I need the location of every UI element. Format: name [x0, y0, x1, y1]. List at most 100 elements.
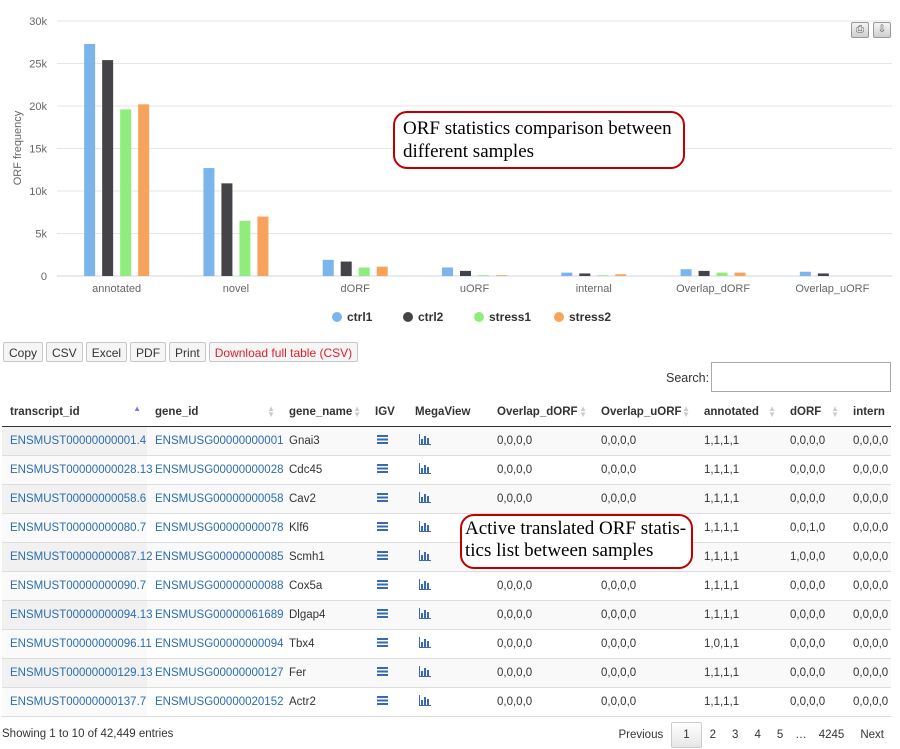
- igv-list-icon[interactable]: [377, 435, 388, 444]
- printer-icon[interactable]: ⎙: [851, 22, 869, 38]
- megaview-bar-chart-icon[interactable]: [419, 608, 431, 619]
- cell-igv[interactable]: [367, 542, 407, 572]
- cell-transcript-id[interactable]: ENSMUST00000000001.4: [2, 426, 147, 456]
- bar-stress2-Overlap_dORF: [734, 272, 746, 276]
- column-header-annotated[interactable]: annotated ▲ ▼: [696, 398, 782, 427]
- pdf-button[interactable]: PDF: [130, 342, 167, 362]
- igv-list-icon[interactable]: [377, 580, 388, 589]
- cell-igv[interactable]: [367, 513, 407, 543]
- page-button-1[interactable]: 1: [671, 722, 702, 748]
- column-header-internal[interactable]: intern: [845, 398, 891, 427]
- cell-gene-id[interactable]: ENSMUSG00000000058: [147, 484, 284, 514]
- cell-internal: 0,0,0,0: [845, 687, 891, 717]
- igv-list-icon[interactable]: [377, 522, 388, 531]
- csv-button[interactable]: CSV: [46, 342, 83, 362]
- cell-transcript-id[interactable]: ENSMUST00000000080.7: [2, 513, 147, 543]
- cell-megaview[interactable]: [407, 629, 489, 659]
- cell-megaview[interactable]: [407, 484, 489, 514]
- cell-transcript-id[interactable]: ENSMUST00000000129.13: [2, 658, 153, 688]
- cell-gene-id[interactable]: ENSMUSG00000000094: [147, 629, 284, 659]
- legend-marker-ctrl2: [403, 312, 413, 322]
- igv-list-icon[interactable]: [377, 696, 388, 705]
- print-button[interactable]: Print: [169, 342, 206, 362]
- previous-page-button[interactable]: Previous: [610, 723, 671, 747]
- megaview-bar-chart-icon[interactable]: [419, 666, 431, 677]
- megaview-bar-chart-icon[interactable]: [419, 695, 431, 706]
- cell-transcript-id[interactable]: ENSMUST00000000090.7: [2, 571, 147, 601]
- column-header-gene-id[interactable]: gene_id ▲ ▼: [147, 398, 281, 427]
- column-header-overlap-uorf[interactable]: Overlap_uORF ▲ ▼: [593, 398, 696, 427]
- page-button-3[interactable]: 3: [724, 723, 746, 747]
- igv-list-icon[interactable]: [377, 667, 388, 676]
- cell-megaview[interactable]: [407, 658, 489, 688]
- last-page-button[interactable]: 4245: [811, 723, 853, 747]
- cell-igv[interactable]: [367, 658, 407, 688]
- table-row: ENSMUST00000000028.13 ENSMUSG00000000028 C…: [2, 455, 891, 485]
- copy-button[interactable]: Copy: [3, 342, 44, 362]
- next-page-button[interactable]: Next: [852, 723, 892, 747]
- cell-igv[interactable]: [367, 629, 407, 659]
- excel-button[interactable]: Excel: [85, 342, 128, 362]
- cell-gene-id[interactable]: ENSMUSG00000000028: [147, 455, 284, 485]
- cell-igv[interactable]: [367, 484, 407, 514]
- megaview-bar-chart-icon[interactable]: [419, 579, 431, 590]
- search-input[interactable]: [711, 362, 891, 392]
- cell-annotated: 1,0,1,1: [696, 629, 782, 659]
- download-full-table-button[interactable]: Download full table (CSV): [208, 342, 359, 362]
- igv-list-icon[interactable]: [377, 551, 388, 560]
- page-button-5[interactable]: 5: [769, 723, 791, 747]
- page-button-4[interactable]: 4: [746, 723, 768, 747]
- cell-transcript-id[interactable]: ENSMUST00000000137.7: [2, 687, 147, 717]
- cell-transcript-id[interactable]: ENSMUST00000000028.13: [2, 455, 153, 485]
- page-button-2[interactable]: 2: [702, 723, 724, 747]
- cell-internal: 0,0,0,0: [845, 513, 891, 543]
- cell-gene-id[interactable]: ENSMUSG00000000085: [147, 542, 284, 572]
- cell-megaview[interactable]: [407, 426, 489, 456]
- cell-gene-id[interactable]: ENSMUSG00000020152: [147, 687, 284, 717]
- igv-list-icon[interactable]: [377, 638, 388, 647]
- cell-gene-id[interactable]: ENSMUSG00000000088: [147, 571, 284, 601]
- cell-gene-id[interactable]: ENSMUSG00000000127: [147, 658, 284, 688]
- megaview-bar-chart-icon[interactable]: [419, 463, 431, 474]
- cell-dorf: 0,0,0,0: [782, 455, 845, 485]
- cell-igv[interactable]: [367, 600, 407, 630]
- sort-icon: ▲ ▼: [267, 404, 275, 419]
- cell-igv[interactable]: [367, 455, 407, 485]
- cell-gene-name: Tbx4: [281, 629, 367, 659]
- megaview-bar-chart-icon[interactable]: [419, 492, 431, 503]
- column-header-megaview[interactable]: MegaView: [407, 398, 489, 427]
- cell-megaview[interactable]: [407, 455, 489, 485]
- cell-igv[interactable]: [367, 426, 407, 456]
- cell-gene-id[interactable]: ENSMUSG00000000078: [147, 513, 284, 543]
- download-icon[interactable]: ⇩: [873, 22, 891, 38]
- cell-gene-name: Actr2: [281, 687, 367, 717]
- cell-igv[interactable]: [367, 687, 407, 717]
- cell-megaview[interactable]: [407, 687, 489, 717]
- cell-transcript-id[interactable]: ENSMUST00000000058.6: [2, 484, 147, 514]
- cell-megaview[interactable]: [407, 600, 489, 630]
- megaview-bar-chart-icon[interactable]: [419, 637, 431, 648]
- column-header-gene-name[interactable]: gene_name ▲ ▼: [281, 398, 367, 427]
- column-header-dorf[interactable]: dORF ▲ ▼: [782, 398, 845, 427]
- column-header-transcript-id[interactable]: transcript_id ▲: [2, 398, 147, 427]
- megaview-bar-chart-icon[interactable]: [419, 434, 431, 445]
- bar-ctrl2-annotated: [102, 60, 114, 276]
- igv-list-icon[interactable]: [377, 493, 388, 502]
- column-header-overlap-dorf[interactable]: Overlap_dORF ▲ ▼: [489, 398, 593, 427]
- igv-list-icon[interactable]: [377, 609, 388, 618]
- cell-transcript-id[interactable]: ENSMUST00000000094.13: [2, 600, 153, 630]
- megaview-bar-chart-icon[interactable]: [419, 521, 431, 532]
- cell-gene-name: Cox5a: [281, 571, 367, 601]
- cell-transcript-id[interactable]: ENSMUST00000000087.12: [2, 542, 153, 572]
- table-row: ENSMUST00000000087.12 ENSMUSG00000000085 S…: [2, 542, 891, 572]
- megaview-bar-chart-icon[interactable]: [419, 550, 431, 561]
- cell-gene-id[interactable]: ENSMUSG00000000001: [147, 426, 284, 456]
- cell-transcript-id[interactable]: ENSMUST00000000096.11: [2, 629, 152, 659]
- column-header-igv[interactable]: IGV: [367, 398, 407, 427]
- table-row: ENSMUST00000000058.6 ENSMUSG00000000058 Ca…: [2, 484, 891, 514]
- cell-igv[interactable]: [367, 571, 407, 601]
- cell-megaview[interactable]: [407, 571, 489, 601]
- legend-item-stress1: stress1: [489, 310, 531, 324]
- igv-list-icon[interactable]: [377, 464, 388, 473]
- cell-gene-id[interactable]: ENSMUSG00000061689: [147, 600, 284, 630]
